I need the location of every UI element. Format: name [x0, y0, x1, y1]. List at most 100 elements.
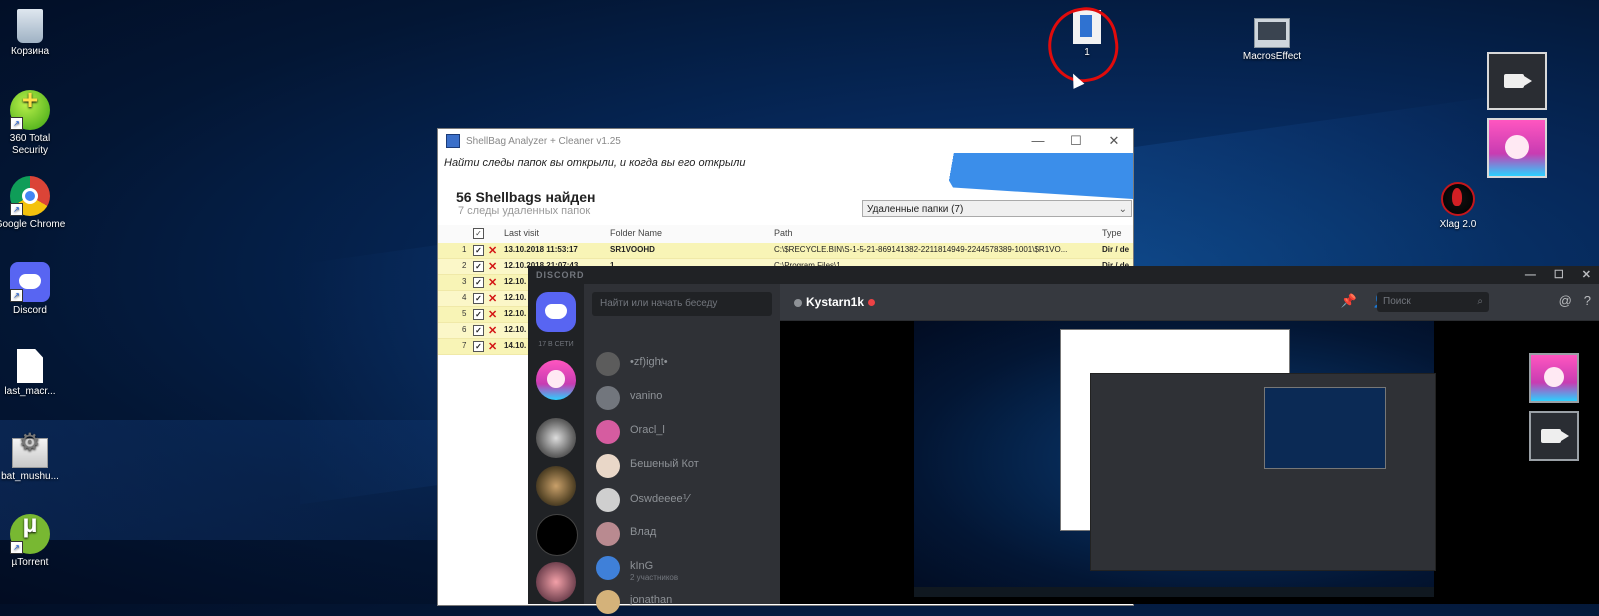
application-icon	[1254, 18, 1290, 48]
stream-nested-window	[1264, 387, 1386, 469]
desktop-icon-label: MacrosEffect	[1242, 51, 1302, 62]
shellbag-titlebar[interactable]: ShellBag Analyzer + Cleaner v1.25 — ☐ ✕	[438, 129, 1133, 153]
row-checkbox[interactable]: ✓	[473, 341, 484, 352]
row-number: 4	[462, 293, 467, 302]
row-checkbox[interactable]: ✓	[473, 261, 484, 272]
server-list: 17 В СЕТИ	[528, 284, 584, 604]
desktop-icon-label: Корзина	[10, 46, 50, 57]
discord-titlebar[interactable]: DISCORD — ☐ ✕	[528, 266, 1599, 284]
dm-name: kInG	[630, 560, 654, 572]
camera-overlay-tile[interactable]	[1487, 52, 1547, 110]
maximize-icon[interactable]: ☐	[1554, 266, 1564, 284]
header-search-input[interactable]: Поиск ⌕	[1377, 292, 1489, 312]
dm-list-item[interactable]: Oswdeeee⅟	[596, 486, 776, 514]
shortcut-arrow-icon: ↗	[10, 541, 23, 554]
file-icon	[17, 349, 43, 383]
desktop-icon-last-macro[interactable]: last_macr...	[0, 346, 66, 398]
server-avatar[interactable]	[536, 562, 576, 602]
row-folder-name: SR1VOOHD	[610, 245, 655, 254]
dm-subtitle: 2 участников	[630, 573, 679, 582]
mention-icon[interactable]: @	[1559, 293, 1572, 308]
shellbag-table-header: ✓ Last visit Folder Name Path Type	[438, 225, 1133, 244]
table-row[interactable]: 1 ✓ ✕ 13.10.2018 11:53:17 SR1VOOHD C:\$RECYCL…	[438, 243, 1133, 259]
dm-search-input[interactable]: Найти или начать беседу	[592, 292, 772, 316]
shortcut-arrow-icon: ↗	[10, 289, 23, 302]
dm-name: Oswdeeee⅟	[630, 493, 689, 505]
stream-camera-tile[interactable]	[1529, 411, 1579, 461]
server-avatar[interactable]	[536, 466, 576, 506]
dm-name: jonathan	[630, 594, 673, 606]
discord-icon: ↗	[10, 262, 50, 302]
desktop-icon-macroseffect[interactable]: MacrosEffect	[1236, 10, 1308, 63]
close-icon[interactable]: ✕	[1582, 266, 1591, 284]
stream-participant-avatar[interactable]	[1529, 353, 1579, 403]
desktop-icon-xlag[interactable]: Xlag 2.0	[1422, 176, 1494, 231]
desktop-icon-bat-mushu[interactable]: bat_mushu...	[0, 430, 66, 483]
desktop-icon-recycle-bin[interactable]: Корзина	[0, 6, 66, 58]
dm-name: Oracl_l	[630, 424, 665, 436]
server-avatar[interactable]	[536, 418, 576, 458]
dm-name: vanino	[630, 390, 663, 402]
dm-avatar	[596, 454, 620, 478]
server-avatar[interactable]	[536, 360, 576, 400]
row-checkbox[interactable]: ✓	[473, 309, 484, 320]
row-checkbox[interactable]: ✓	[473, 325, 484, 336]
pin-icon[interactable]: 📌	[1341, 293, 1357, 309]
search-icon: ⌕	[1477, 296, 1483, 307]
dm-list-item[interactable]: •zf)ight•	[596, 350, 776, 378]
row-checkbox[interactable]: ✓	[473, 293, 484, 304]
desktop-icon-google-chrome[interactable]: ↗ Google Chrome	[0, 176, 66, 231]
channel-user: Kystarn1k	[794, 295, 876, 309]
xlag-icon	[1441, 182, 1475, 216]
row-last-visit: 13.10.2018 11:53:17	[504, 245, 578, 254]
column-last-visit[interactable]: Last visit	[504, 228, 539, 238]
dm-list-item[interactable]: Бешеный Кот	[596, 452, 776, 480]
column-type[interactable]: Type	[1102, 228, 1122, 238]
delete-x-icon[interactable]: ✕	[488, 261, 497, 273]
minimize-icon[interactable]: —	[1019, 133, 1057, 149]
minimize-icon[interactable]: —	[1525, 266, 1536, 284]
dm-list-item[interactable]: Влад	[596, 520, 776, 548]
discord-home-icon[interactable]	[536, 292, 576, 332]
close-icon[interactable]: ✕	[1095, 133, 1133, 149]
row-last-visit: 12.10.	[504, 293, 527, 302]
dm-name: Бешеный Кот	[630, 458, 699, 470]
dm-list-item[interactable]: jonathan	[596, 588, 776, 616]
online-count: 17 В СЕТИ	[538, 341, 574, 348]
shellbag-app-icon	[446, 134, 460, 148]
user-avatar-tile[interactable]	[1487, 118, 1547, 178]
row-number: 2	[462, 261, 467, 270]
desktop-icon-label: bat_mushu...	[1, 471, 59, 482]
delete-x-icon[interactable]: ✕	[488, 341, 497, 353]
server-avatar[interactable]	[536, 514, 578, 556]
filter-select[interactable]: Удаленные папки (7) ⌄	[862, 200, 1132, 217]
dm-list-item[interactable]: vanino	[596, 384, 776, 412]
delete-x-icon[interactable]: ✕	[488, 293, 497, 305]
maximize-icon[interactable]: ☐	[1057, 133, 1095, 149]
column-path[interactable]: Path	[774, 228, 793, 238]
discord-window: DISCORD — ☐ ✕ 17 В СЕТИ Найти или начать…	[528, 266, 1599, 614]
discord-wordmark: DISCORD	[536, 270, 585, 280]
select-all-checkbox[interactable]: ✓	[473, 228, 484, 239]
row-path: C:\$RECYCLE.BIN\S-1-5-21-869141382-22118…	[774, 245, 1068, 254]
row-checkbox[interactable]: ✓	[473, 277, 484, 288]
dm-avatar	[596, 488, 620, 512]
chevron-down-icon: ⌄	[1118, 204, 1127, 215]
dm-avatar	[596, 522, 620, 546]
help-icon[interactable]: ?	[1584, 293, 1591, 308]
delete-x-icon[interactable]: ✕	[488, 277, 497, 289]
dm-name: •zf)ight•	[630, 356, 668, 368]
delete-x-icon[interactable]: ✕	[488, 245, 497, 257]
desktop-icon-utorrent[interactable]: µ ↗ µTorrent	[0, 510, 66, 569]
delete-x-icon[interactable]: ✕	[488, 325, 497, 337]
desktop-icon-360-total-security[interactable]: + ↗ 360 Total Security	[0, 86, 66, 157]
row-checkbox[interactable]: ✓	[473, 245, 484, 256]
row-last-visit: 14.10.	[504, 341, 527, 350]
dm-list-item[interactable]: kInG 2 участников	[596, 554, 776, 582]
column-folder-name[interactable]: Folder Name	[610, 228, 662, 238]
dm-list-item[interactable]: Oracl_l	[596, 418, 776, 446]
screen-share-stream[interactable]	[780, 321, 1599, 604]
channel-header: Kystarn1k 📌 👤 Поиск ⌕ @ ?	[780, 284, 1599, 321]
delete-x-icon[interactable]: ✕	[488, 309, 497, 321]
desktop-icon-discord[interactable]: ↗ Discord	[0, 262, 66, 317]
